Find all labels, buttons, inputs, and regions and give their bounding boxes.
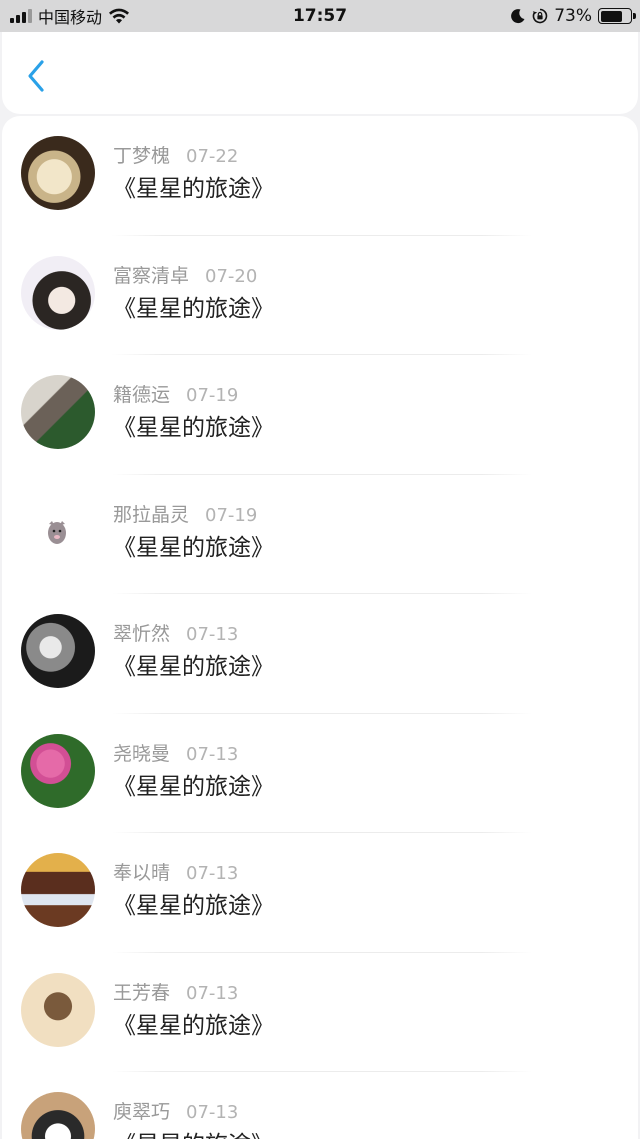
item-title: 《星星的旅途》: [113, 893, 274, 919]
item-title: 《星星的旅途》: [113, 1128, 274, 1139]
item-meta: 翠忻然 07-13: [113, 622, 238, 647]
item-meta: 奉以晴 07-13: [113, 861, 238, 886]
item-title: 《星星的旅途》: [113, 1012, 274, 1039]
status-right: 73%: [510, 0, 636, 32]
item-date: 07-13: [186, 863, 239, 884]
item-title: 《星星的旅途》: [113, 415, 274, 441]
screen: 中国移动 17:57 73% 丁梦槐 07-22 《星星的旅途》 富察清卓 07…: [0, 0, 640, 1139]
signal-icon: [10, 9, 32, 23]
status-bar: 中国移动 17:57 73%: [0, 0, 640, 32]
avatar: [21, 733, 95, 808]
item-date: 07-19: [186, 385, 239, 406]
item-meta: 那拉晶灵 07-19: [113, 503, 257, 528]
item-title: 《星星的旅途》: [113, 176, 274, 202]
moon-icon: [511, 9, 525, 24]
item-date: 07-22: [186, 146, 239, 167]
avatar: [21, 375, 95, 449]
item-meta: 富察清卓 07-20: [113, 264, 257, 289]
list-item[interactable]: 籍德运 07-19 《星星的旅途》: [2, 355, 638, 475]
avatar: [21, 494, 95, 569]
battery-icon: [598, 8, 636, 24]
avatar: [21, 972, 95, 1047]
avatar: [21, 853, 95, 927]
user-name: 庾翠巧: [113, 1101, 171, 1123]
user-name: 富察清卓: [113, 264, 190, 287]
item-meta: 庾翠巧 07-13: [113, 1100, 238, 1125]
item-meta: 尧晓曼 07-13: [113, 742, 238, 767]
mascot-icon: [48, 520, 66, 544]
item-title: 《星星的旅途》: [113, 773, 274, 800]
item-meta: 籍德运 07-19: [113, 383, 238, 408]
list-item[interactable]: 尧晓曼 07-13 《星星的旅途》: [2, 714, 638, 834]
item-meta: 丁梦槐 07-22: [113, 144, 238, 169]
user-name: 那拉晶灵: [113, 503, 190, 526]
user-name: 丁梦槐: [113, 145, 171, 167]
item-date: 07-20: [205, 265, 258, 287]
item-date: 07-13: [186, 1102, 239, 1123]
item-date: 07-13: [186, 624, 239, 645]
back-button[interactable]: [16, 56, 56, 96]
item-title: 《星星的旅途》: [113, 654, 274, 680]
list-item[interactable]: 翠忻然 07-13 《星星的旅途》: [2, 594, 638, 714]
record-list: 丁梦槐 07-22 《星星的旅途》 富察清卓 07-20 《星星的旅途》 籍德运 07…: [2, 116, 638, 1139]
list-item[interactable]: 奉以晴 07-13 《星星的旅途》: [2, 833, 638, 953]
list-item[interactable]: 庾翠巧 07-13 《星星的旅途》: [2, 1072, 638, 1139]
nav-header: [2, 32, 638, 114]
orientation-lock-icon: [532, 8, 548, 24]
item-title: 《星星的旅途》: [113, 295, 274, 322]
battery-level: [600, 10, 622, 22]
avatar: [21, 614, 95, 688]
wifi-icon: [109, 8, 130, 24]
list-item[interactable]: 那拉晶灵 07-19 《星星的旅途》: [2, 475, 638, 595]
avatar: [21, 255, 95, 330]
status-left: 中国移动: [10, 0, 130, 32]
item-date: 07-13: [186, 982, 239, 1004]
item-date: 07-13: [186, 743, 239, 765]
list-item[interactable]: 富察清卓 07-20 《星星的旅途》: [2, 236, 638, 356]
avatar: [21, 1092, 95, 1139]
chevron-left-icon: [28, 60, 44, 92]
user-name: 翠忻然: [113, 623, 171, 645]
list-item[interactable]: 丁梦槐 07-22 《星星的旅途》: [2, 116, 638, 236]
avatar: [21, 136, 95, 210]
user-name: 奉以晴: [113, 862, 171, 884]
carrier-label: 中国移动: [38, 8, 103, 27]
user-name: 王芳春: [113, 981, 171, 1004]
item-date: 07-19: [205, 504, 258, 526]
item-title: 《星星的旅途》: [113, 534, 274, 561]
user-name: 尧晓曼: [113, 742, 171, 765]
user-name: 籍德运: [113, 384, 171, 406]
battery-percent: 73%: [554, 6, 592, 26]
item-meta: 王芳春 07-13: [113, 981, 238, 1006]
list-item[interactable]: 王芳春 07-13 《星星的旅途》: [2, 953, 638, 1073]
